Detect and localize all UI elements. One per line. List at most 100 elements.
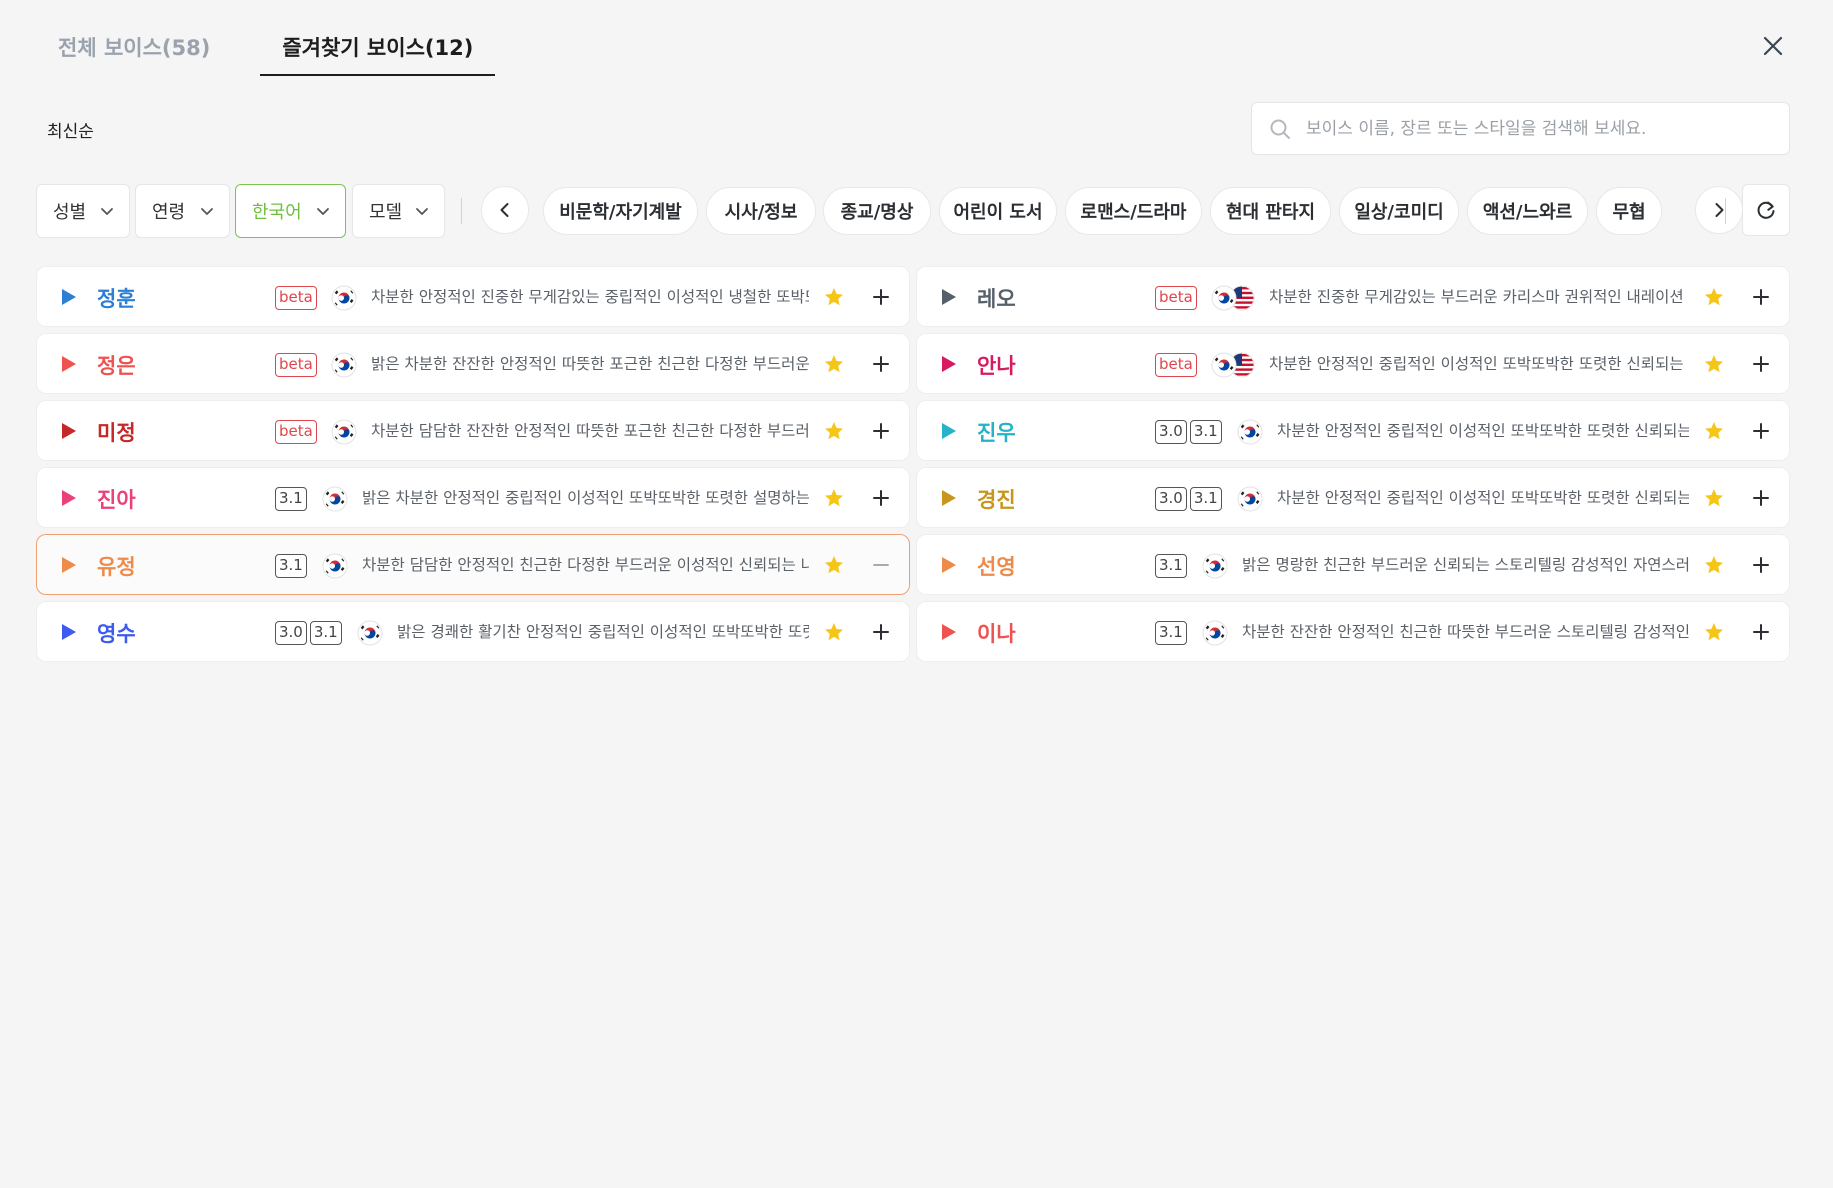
voice-name: 선영 <box>977 555 1016 579</box>
korean-english-flag-icon <box>1211 352 1255 378</box>
gender-dropdown-label: 성별 <box>53 202 87 223</box>
play-button[interactable] <box>941 489 957 507</box>
play-icon <box>62 289 76 305</box>
voice-row[interactable]: 유정 3.1 차분한 담담한 안정적인 친근한 다정한 부드러운 이성적인 신뢰되는… <box>36 534 910 595</box>
favorite-button[interactable] <box>823 621 845 643</box>
add-voice-button[interactable] <box>1751 354 1771 374</box>
voice-row[interactable]: 경진 3.0 3.1 차분한 안정적인 중립적인 이성적인 또박또박한 또렷한 신뢰되… <box>916 467 1790 528</box>
add-voice-button[interactable] <box>1751 622 1771 642</box>
plus-icon <box>873 289 889 305</box>
genre-chip[interactable]: 시사/정보 <box>706 187 816 235</box>
star-icon <box>825 422 843 440</box>
voice-description: 밝은 차분한 안정적인 중립적인 이성적인 또박또박한 또렷한 설명하는 <box>362 489 809 507</box>
favorite-button[interactable] <box>823 554 845 576</box>
play-button[interactable] <box>941 288 957 306</box>
voice-row[interactable]: 정은 beta 밝은 차분한 잔잔한 안정적인 따뜻한 포근한 친근한 다정한 부드… <box>36 333 910 394</box>
genre-chip[interactable]: 종교/명상 <box>823 187 931 235</box>
voice-row[interactable]: 미정 beta 차분한 담담한 잔잔한 안정적인 따뜻한 포근한 친근한 다정한 부… <box>36 400 910 461</box>
genre-chip[interactable]: 로맨스/드라마 <box>1065 187 1202 235</box>
plus-icon <box>873 490 889 506</box>
korean-flag-icon <box>1202 553 1228 579</box>
genre-chip[interactable]: 비문학/자기계발 <box>543 187 698 235</box>
favorite-button[interactable] <box>1703 487 1725 509</box>
voice-name: 미정 <box>97 421 136 445</box>
play-button[interactable] <box>941 623 957 641</box>
play-button[interactable] <box>941 556 957 574</box>
voice-name: 진아 <box>97 488 136 512</box>
voice-row[interactable]: 영수 3.0 3.1 밝은 경쾌한 활기찬 안정적인 중립적인 이성적인 또박또박한 … <box>36 601 910 662</box>
chevron-down-icon <box>101 208 113 215</box>
close-icon <box>1763 36 1783 56</box>
genre-chip[interactable]: 무협 <box>1596 187 1662 235</box>
genre-chip[interactable]: 현대 판타지 <box>1210 187 1331 235</box>
voice-row[interactable]: 진우 3.0 3.1 차분한 안정적인 중립적인 이성적인 또박또박한 또렷한 신뢰되… <box>916 400 1790 461</box>
model-version-badge: 3.1 <box>309 621 342 645</box>
add-voice-button[interactable] <box>1751 555 1771 575</box>
tab-bar: 전체 보이스(58) 즐겨찾기 보이스(12) <box>36 24 496 76</box>
korean-flag-icon <box>322 553 348 579</box>
add-voice-button[interactable] <box>1751 421 1771 441</box>
voice-row[interactable]: 이나 3.1 차분한 잔잔한 안정적인 친근한 따뜻한 부드러운 스토리텔링 감성적… <box>916 601 1790 662</box>
voice-row[interactable]: 진아 3.1 밝은 차분한 안정적인 중립적인 이성적인 또박또박한 또렷한 설명하… <box>36 467 910 528</box>
tab-favorite-voices[interactable]: 즐겨찾기 보이스(12) <box>260 24 496 76</box>
beta-badge: beta <box>1155 286 1197 310</box>
model-version-badge: 3.0 <box>1155 487 1187 511</box>
favorite-button[interactable] <box>1703 286 1725 308</box>
favorite-button[interactable] <box>823 420 845 442</box>
korean-flag-icon <box>322 486 348 512</box>
korean-flag-icon <box>331 419 357 445</box>
play-button[interactable] <box>61 288 77 306</box>
voice-row[interactable]: 선영 3.1 밝은 명랑한 친근한 부드러운 신뢰되는 스토리텔링 감성적인 자연스… <box>916 534 1790 595</box>
voice-row[interactable]: 안나 beta 차분한 안정적인 중립적인 이성적인 또박또박한 또렷한 신뢰되는 <box>916 333 1790 394</box>
beta-badge: beta <box>275 353 317 377</box>
plus-icon <box>873 356 889 372</box>
chevron-right-icon <box>1715 203 1724 217</box>
play-icon <box>62 423 76 439</box>
remove-voice-button[interactable] <box>871 555 891 575</box>
add-voice-button[interactable] <box>871 488 891 508</box>
genre-chip[interactable]: 어린이 도서 <box>939 187 1057 235</box>
search-input[interactable] <box>1306 118 1766 139</box>
add-voice-button[interactable] <box>1751 287 1771 307</box>
add-voice-button[interactable] <box>871 287 891 307</box>
language-dropdown[interactable]: 한국어 <box>235 184 346 238</box>
play-button[interactable] <box>941 355 957 373</box>
reset-filters-button[interactable] <box>1742 184 1790 236</box>
favorite-button[interactable] <box>823 487 845 509</box>
play-button[interactable] <box>941 422 957 440</box>
add-voice-button[interactable] <box>871 421 891 441</box>
genre-chip[interactable]: 액션/느와르 <box>1467 187 1588 235</box>
play-icon <box>942 356 956 372</box>
favorite-button[interactable] <box>823 286 845 308</box>
play-button[interactable] <box>61 623 77 641</box>
voice-badges: beta <box>1155 353 1197 377</box>
favorite-button[interactable] <box>823 353 845 375</box>
voice-row[interactable]: 정훈 beta 차분한 안정적인 진중한 무게감있는 중립적인 이성적인 냉철한 또… <box>36 266 910 327</box>
age-dropdown[interactable]: 연령 <box>135 184 230 238</box>
gender-dropdown[interactable]: 성별 <box>36 184 130 238</box>
close-button[interactable] <box>1757 30 1789 62</box>
chevron-down-icon <box>201 208 213 215</box>
play-button[interactable] <box>61 556 77 574</box>
tab-all-voices[interactable]: 전체 보이스(58) <box>36 24 232 76</box>
add-voice-button[interactable] <box>871 622 891 642</box>
model-dropdown[interactable]: 모델 <box>352 184 445 238</box>
genre-chip[interactable]: 일상/코미디 <box>1339 187 1459 235</box>
favorite-button[interactable] <box>1703 420 1725 442</box>
voice-row[interactable]: 레오 beta 차분한 진중한 무게감있는 부드러운 카리스마 권위적인 내레이션 <box>916 266 1790 327</box>
refresh-icon <box>1757 201 1775 219</box>
minus-icon <box>873 564 889 566</box>
korean-flag-icon <box>357 620 383 646</box>
favorite-button[interactable] <box>1703 621 1725 643</box>
sort-dropdown[interactable]: 최신순 <box>47 117 94 142</box>
add-voice-button[interactable] <box>1751 488 1771 508</box>
favorite-button[interactable] <box>1703 353 1725 375</box>
genre-prev-button[interactable] <box>481 186 529 234</box>
favorite-button[interactable] <box>1703 554 1725 576</box>
genre-next-button[interactable] <box>1695 186 1743 234</box>
play-button[interactable] <box>61 489 77 507</box>
play-button[interactable] <box>61 355 77 373</box>
genre-chip-list: 비문학/자기계발 시사/정보 종교/명상 어린이 도서 로맨스/드라마 현대 판… <box>543 187 1688 235</box>
play-button[interactable] <box>61 422 77 440</box>
add-voice-button[interactable] <box>871 354 891 374</box>
